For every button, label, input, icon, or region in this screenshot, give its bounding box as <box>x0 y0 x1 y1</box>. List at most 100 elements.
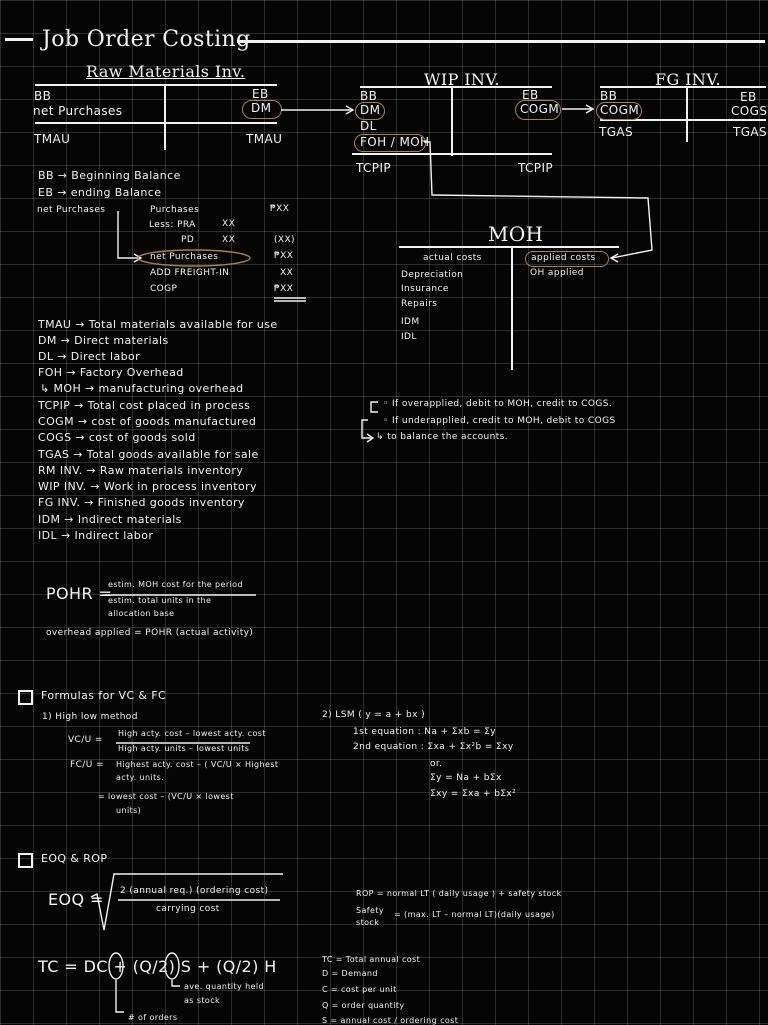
np-row-pd-total: (XX) <box>274 235 295 245</box>
fg-eb: EB <box>740 90 757 104</box>
eoq-numerator: 2 (annual req.) (ordering cost) <box>120 886 269 896</box>
raw-materials-divider <box>164 84 166 150</box>
np-row-net-val: ₱XX <box>274 251 294 261</box>
vcu-label: VC/U = <box>68 735 103 745</box>
def-item: TGAS → Total goods available for sale <box>38 448 259 461</box>
moh-applied-costs: applied costs <box>531 253 596 263</box>
def-item: COGS → cost of goods sold <box>38 431 196 444</box>
wip-tcpip-left: TCPIP <box>356 161 392 175</box>
wip-dm: DM <box>360 103 381 117</box>
np-row-net: net Purchases <box>150 252 219 262</box>
vcu-denominator: High acty. units – lowest units <box>118 744 250 753</box>
safety-stock-label: Safety stock <box>356 906 384 927</box>
fg-tgas-right: TGAS <box>733 125 768 139</box>
eoq-denominator: carrying cost <box>156 904 220 914</box>
formulas-checkbox <box>18 690 33 705</box>
wip-foh: FOH / MOH <box>360 135 430 149</box>
moh-item-insurance: Insurance <box>401 284 449 294</box>
np-row-pd: PD <box>181 235 195 245</box>
pohr-label: POHR = <box>46 584 113 603</box>
raw-tmau-right: TMAU <box>246 132 283 146</box>
title-right-rule <box>237 40 765 43</box>
moh-oh-applied: OH applied <box>530 268 584 278</box>
moh-actual-costs: actual costs <box>423 253 482 263</box>
fcu-line-3: = lowest cost – (VC/U × lowest <box>98 792 234 801</box>
lsm-title: 2) LSM ( y = a + bx ) <box>322 710 426 720</box>
lsm-eq-2: 2nd equation : Σxa + Σx²b = Σxy <box>353 742 514 752</box>
np-row-purchases-val: ₱XX <box>270 204 290 214</box>
np-row-freight-val: XX <box>280 268 294 278</box>
fg-divider <box>686 86 688 142</box>
page-title: Job Order Costing <box>42 27 251 52</box>
wip-bb: BB <box>360 89 378 103</box>
high-low-title: 1) High low method <box>42 712 138 722</box>
fg-cogs: COGS <box>731 104 768 118</box>
np-row-purchases: Purchases <box>150 205 200 215</box>
def-item: TMAU → Total materials available for use <box>38 318 278 331</box>
fcu-line-2: acty. units. <box>116 773 165 782</box>
raw-tmau-left: TMAU <box>34 132 71 146</box>
fg-top-bar <box>600 86 766 88</box>
np-row-pra-val: XX <box>222 219 236 229</box>
pohr-numerator: estim. MOH cost for the period <box>108 580 243 589</box>
lsm-or: or. <box>430 759 443 769</box>
rop-formula: ROP = normal LT ( daily usage ) + safety… <box>356 889 562 898</box>
def-item: DM → Direct materials <box>38 334 169 347</box>
np-row-cogp: COGP <box>150 284 178 294</box>
np-row-pra: Less: PRA <box>149 220 196 230</box>
raw-bb: BB <box>34 89 52 103</box>
tc-ave-quantity: ave. quantity held <box>184 982 265 991</box>
def-item: ↳ MOH → manufacturing overhead <box>40 382 244 395</box>
eoq-checkbox <box>18 853 33 868</box>
np-row-pd-val: XX <box>222 235 236 245</box>
def-bb: BB → Beginning Balance <box>38 169 181 182</box>
tc-def: TC = Total annual cost <box>322 955 421 964</box>
def-item: FOH → Factory Overhead <box>38 366 184 379</box>
raw-materials-total-bar <box>35 122 277 124</box>
raw-eb: EB <box>252 87 269 101</box>
def-item: IDM → Indirect materials <box>38 513 182 526</box>
overhead-applied-formula: overhead applied = POHR (actual activity… <box>46 628 254 638</box>
moh-item-repairs: Repairs <box>401 299 438 309</box>
cost-per-unit-def: C = cost per unit <box>322 985 397 994</box>
fcu-label: FC/U = <box>70 760 104 770</box>
def-item: FG INV. → Finished goods inventory <box>38 496 245 509</box>
formulas-heading: Formulas for VC & FC <box>41 689 167 702</box>
lsm-alt-2: Σxy = Σxa + bΣx² <box>430 789 517 799</box>
fcu-line-1: Highest acty. cost – ( VC/U × Highest <box>116 760 279 769</box>
pohr-denominator-2: allocation base <box>108 609 175 618</box>
note-balance: ↳ to balance the accounts. <box>376 432 509 442</box>
raw-materials-top-bar <box>35 84 277 86</box>
def-item: RM INV. → Raw materials inventory <box>38 464 244 477</box>
vcu-numerator: High acty. cost – lowest acty. cost <box>118 729 266 738</box>
eoq-label: EOQ = <box>48 890 104 909</box>
np-row-cogp-val: ₱XX <box>274 284 294 294</box>
order-quantity-def: Q = order quantity <box>322 1001 405 1010</box>
def-item: WIP INV. → Work in process inventory <box>38 480 257 493</box>
fg-cogm: COGM <box>600 103 640 117</box>
eoq-heading: EOQ & ROP <box>41 852 108 865</box>
demand-def: D = Demand <box>322 969 378 978</box>
wip-dl: DL <box>360 119 377 133</box>
note-underapplied: ◦ If underapplied, credit to MOH, debit … <box>383 416 616 426</box>
def-item: TCPIP → Total cost placed in process <box>38 399 251 412</box>
tc-num-orders: # of orders <box>128 1013 178 1022</box>
net-purchases-label: net Purchases <box>37 205 106 215</box>
tc-as-stock: as stock <box>184 996 221 1005</box>
wip-tcpip-right: TCPIP <box>518 161 554 175</box>
fg-bb: BB <box>600 89 618 103</box>
moh-item-idm: IDM <box>401 317 420 327</box>
moh-item-depreciation: Depreciation <box>401 270 464 280</box>
moh-title: MOH <box>488 222 544 246</box>
pohr-denominator-1: estim. total units in the <box>108 596 212 605</box>
title-left-rule <box>5 38 33 41</box>
moh-top-bar <box>399 246 619 248</box>
raw-dm: DM <box>251 101 272 115</box>
def-item: COGM → cost of goods manufactured <box>38 415 257 428</box>
note-overapplied: ◦ If overapplied, debit to MOH, credit t… <box>383 399 613 409</box>
moh-divider <box>511 246 513 370</box>
wip-cogm: COGM <box>520 102 560 116</box>
def-item: IDL → Indirect labor <box>38 529 154 542</box>
fg-tgas-left: TGAS <box>599 125 634 139</box>
safety-stock-formula: = (max. LT – normal LT)(daily usage) <box>394 910 555 919</box>
